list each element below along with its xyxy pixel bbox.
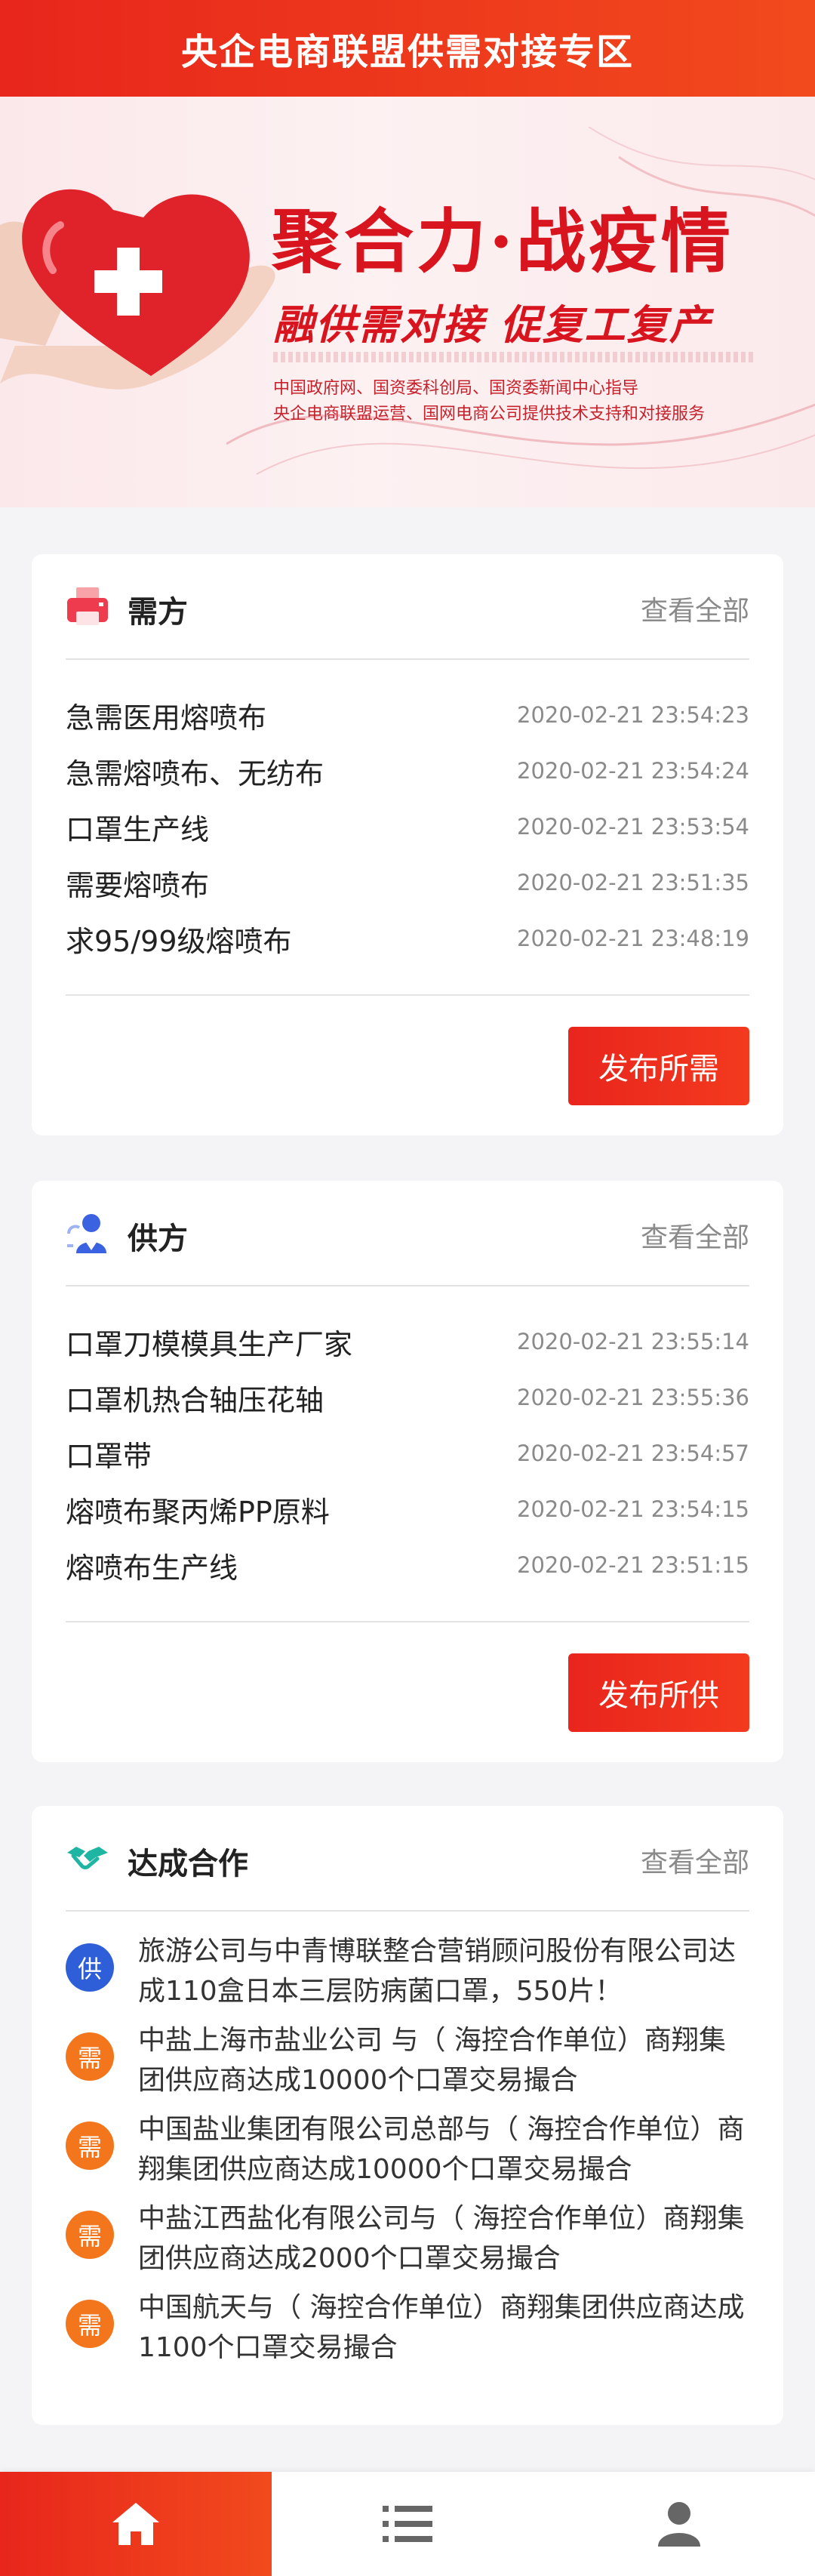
list-item[interactable]: 急需熔喷布、无纺布 2020-02-21 23:54:24 xyxy=(66,743,749,799)
item-date: 2020-02-21 23:54:15 xyxy=(517,1496,749,1522)
demand-badge: 需 xyxy=(66,2122,114,2170)
heart-in-hands-icon xyxy=(0,189,275,390)
supply-card: 供方 查看全部 口罩刀模模具生产厂家 2020-02-21 23:55:14 口… xyxy=(32,1181,783,1762)
supply-badge: 供 xyxy=(66,1943,114,1992)
banner-subtitle: 融供需对接 促复工复产 xyxy=(273,301,712,349)
list-item[interactable]: 供 旅游公司与中青博联整合营销顾问股份有限公司达成110盒日本三层防病菌口罩，5… xyxy=(66,1931,749,2011)
item-title: 急需医用熔喷布 xyxy=(66,701,267,735)
deal-text: 旅游公司与中青博联整合营销顾问股份有限公司达成110盒日本三层防病菌口罩，550… xyxy=(138,1936,737,2007)
user-profile-icon xyxy=(67,1214,106,1253)
list-item[interactable]: 需 中国航天与（ 海控合作单位）商翔集团供应商达成1100个口罩交易撮合 xyxy=(66,2288,749,2368)
promo-banner[interactable]: 聚合力·战疫情 融供需对接 促复工复产 中国政府网、国资委科创局、国资委新闻中心… xyxy=(0,97,815,507)
printer-icon xyxy=(67,587,108,625)
tab-list[interactable] xyxy=(272,2472,543,2576)
banner-operation-text: 央企电商联盟运营、国网电商公司提供技术支持和对接服务 xyxy=(273,405,706,424)
item-title: 熔喷布聚丙烯PP原料 xyxy=(66,1495,330,1529)
tab-profile[interactable] xyxy=(543,2472,815,2576)
list-item[interactable]: 口罩机热合轴压花轴 2020-02-21 23:55:36 xyxy=(66,1370,749,1425)
list-item[interactable]: 需 中盐江西盐化有限公司与（ 海控合作单位）商翔集团供应商达成2000个口罩交易… xyxy=(66,2199,749,2279)
home-icon xyxy=(112,2503,159,2545)
list-item[interactable]: 需 中盐上海市盐业公司 与（ 海控合作单位）商翔集团供应商达成10000个口罩交… xyxy=(66,2020,749,2100)
item-title: 需要熔喷布 xyxy=(66,868,210,902)
supply-card-title: 供方 xyxy=(128,1222,188,1256)
list-item[interactable]: 熔喷布生产线 2020-02-21 23:51:15 xyxy=(66,1537,749,1593)
banner-guidance-text: 中国政府网、国资委科创局、国资委新闻中心指导 xyxy=(273,379,639,398)
list-item[interactable]: 熔喷布聚丙烯PP原料 2020-02-21 23:54:15 xyxy=(66,1481,749,1537)
list-item[interactable]: 急需医用熔喷布 2020-02-21 23:54:23 xyxy=(66,687,749,743)
item-date: 2020-02-21 23:55:14 xyxy=(517,1329,749,1354)
list-icon xyxy=(383,2506,432,2542)
page-header: 央企电商联盟供需对接专区 xyxy=(0,0,815,97)
item-date: 2020-02-21 23:55:36 xyxy=(517,1385,749,1410)
deals-card: 达成合作 查看全部 供 旅游公司与中青博联整合营销顾问股份有限公司达成110盒日… xyxy=(32,1806,783,2425)
user-icon xyxy=(658,2502,700,2547)
banner-title: 聚合力·战疫情 xyxy=(272,201,734,282)
list-item[interactable]: 需 中国盐业集团有限公司总部与（ 海控合作单位）商翔集团供应商达成10000个口… xyxy=(66,2109,749,2189)
deal-text: 中盐江西盐化有限公司与（ 海控合作单位）商翔集团供应商达成2000个口罩交易撮合 xyxy=(138,2203,745,2274)
tab-home[interactable] xyxy=(0,2472,272,2576)
bottom-tab-bar xyxy=(0,2472,815,2576)
deal-text: 中国航天与（ 海控合作单位）商翔集团供应商达成1100个口罩交易撮合 xyxy=(138,2292,745,2363)
item-date: 2020-02-21 23:54:23 xyxy=(517,702,749,728)
item-title: 口罩刀模模具生产厂家 xyxy=(66,1327,353,1361)
demand-card-title: 需方 xyxy=(128,595,188,630)
list-item[interactable]: 口罩生产线 2020-02-21 23:53:54 xyxy=(66,799,749,855)
list-item[interactable]: 求95/99级熔喷布 2020-02-21 23:48:19 xyxy=(66,911,749,966)
item-date: 2020-02-21 23:51:35 xyxy=(517,870,749,895)
divider xyxy=(66,994,749,996)
deal-text: 中国盐业集团有限公司总部与（ 海控合作单位）商翔集团供应商达成10000个口罩交… xyxy=(138,2114,745,2185)
item-date: 2020-02-21 23:54:24 xyxy=(517,758,749,784)
item-title: 急需熔喷布、无纺布 xyxy=(66,756,324,790)
demand-card-header: 需方 查看全部 xyxy=(66,554,749,660)
deals-card-title: 达成合作 xyxy=(128,1847,248,1881)
item-title: 口罩带 xyxy=(66,1439,152,1473)
demand-card: 需方 查看全部 急需医用熔喷布 2020-02-21 23:54:23 急需熔喷… xyxy=(32,554,783,1135)
divider xyxy=(66,1621,749,1622)
list-item[interactable]: 口罩带 2020-02-21 23:54:57 xyxy=(66,1425,749,1481)
publish-supply-button[interactable]: 发布所供 xyxy=(568,1653,749,1732)
item-date: 2020-02-21 23:54:57 xyxy=(517,1441,749,1466)
handshake-icon xyxy=(67,1847,108,1869)
page-title: 央企电商联盟供需对接专区 xyxy=(180,31,634,73)
supply-card-header: 供方 查看全部 xyxy=(66,1181,749,1286)
list-item[interactable]: 需要熔喷布 2020-02-21 23:51:35 xyxy=(66,855,749,911)
item-title: 求95/99级熔喷布 xyxy=(66,924,292,958)
supply-view-all-link[interactable]: 查看全部 xyxy=(641,1216,749,1255)
list-item[interactable]: 口罩刀模模具生产厂家 2020-02-21 23:55:14 xyxy=(66,1314,749,1370)
demand-badge: 需 xyxy=(66,2211,114,2259)
item-date: 2020-02-21 23:53:54 xyxy=(517,814,749,840)
item-title: 口罩机热合轴压花轴 xyxy=(66,1383,324,1417)
banner-stripe-divider xyxy=(273,352,756,362)
deals-view-all-link[interactable]: 查看全部 xyxy=(641,1841,749,1880)
demand-list: 急需医用熔喷布 2020-02-21 23:54:23 急需熔喷布、无纺布 20… xyxy=(66,687,749,966)
deals-card-header: 达成合作 查看全部 xyxy=(66,1806,749,1912)
demand-view-all-link[interactable]: 查看全部 xyxy=(641,589,749,628)
item-title: 口罩生产线 xyxy=(66,812,210,846)
demand-badge: 需 xyxy=(66,2300,114,2348)
item-title: 熔喷布生产线 xyxy=(66,1551,238,1585)
demand-badge: 需 xyxy=(66,2032,114,2081)
supply-list: 口罩刀模模具生产厂家 2020-02-21 23:55:14 口罩机热合轴压花轴… xyxy=(66,1314,749,1593)
publish-demand-button[interactable]: 发布所需 xyxy=(568,1027,749,1105)
item-date: 2020-02-21 23:48:19 xyxy=(517,926,749,951)
item-date: 2020-02-21 23:51:15 xyxy=(517,1552,749,1578)
deal-text: 中盐上海市盐业公司 与（ 海控合作单位）商翔集团供应商达成10000个口罩交易撮… xyxy=(138,2025,726,2096)
